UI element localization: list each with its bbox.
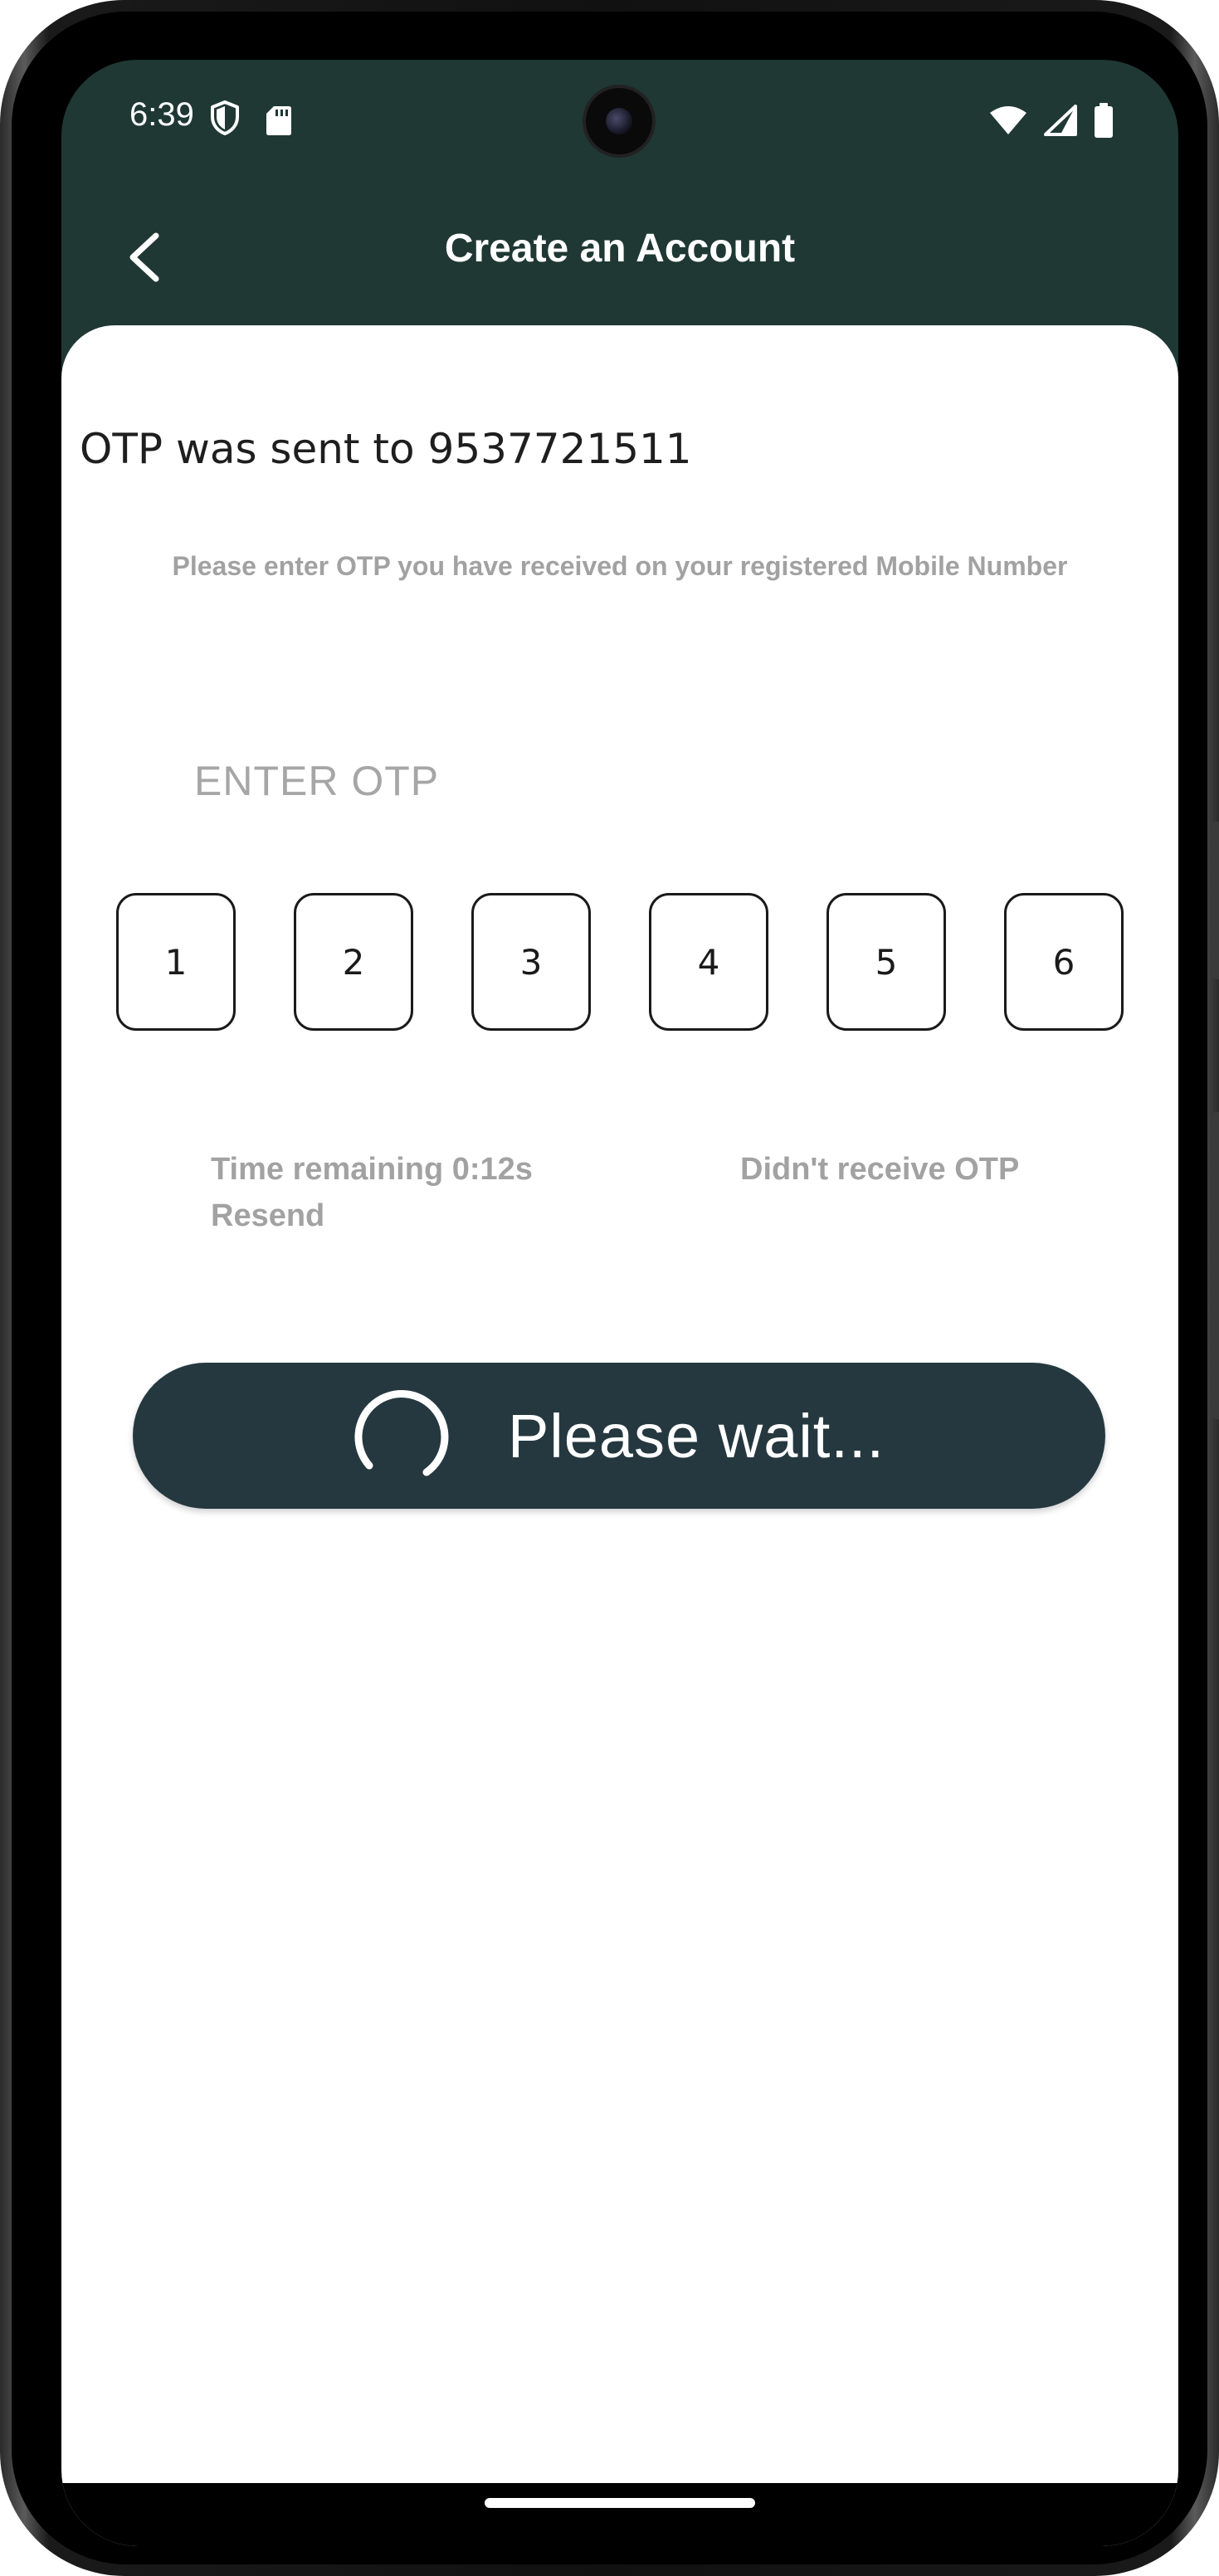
otp-timer: Time remaining 0:12s: [211, 1152, 533, 1187]
navigation-bar: [61, 2483, 1178, 2546]
sd-card-icon: [266, 106, 291, 135]
home-indicator[interactable]: [485, 2498, 755, 2508]
status-icons-right: [989, 103, 1114, 138]
resend-link[interactable]: Resend: [211, 1198, 324, 1234]
otp-digit-6[interactable]: 6: [1004, 893, 1124, 1031]
battery-icon: [1095, 103, 1113, 138]
submit-button[interactable]: Please wait...: [133, 1363, 1105, 1509]
page-title: Create an Account: [444, 227, 796, 271]
otp-input-group: 1 2 3 4 5 6: [116, 893, 1127, 1034]
app-bar: Create an Account: [61, 193, 1178, 325]
otp-sent-message: OTP was sent to 9537721511: [80, 425, 692, 473]
shield-icon: [211, 100, 239, 135]
submit-button-label: Please wait...: [507, 1401, 885, 1471]
status-bar: 6:39: [61, 60, 1178, 193]
front-camera: [583, 85, 656, 158]
power-button: [1212, 1112, 1219, 1419]
otp-digit-5[interactable]: 5: [826, 893, 946, 1031]
loading-spinner-icon: [354, 1390, 449, 1476]
otp-digit-1[interactable]: 1: [116, 893, 236, 1031]
wifi-icon: [990, 106, 1026, 134]
phone-frame: 6:39 Create an Account OTP was sent to 9…: [0, 0, 1219, 2576]
otp-digit-4[interactable]: 4: [649, 893, 768, 1031]
signal-icon: [1044, 105, 1077, 136]
volume-button: [1212, 822, 1219, 979]
otp-instruction-text: Please enter OTP you have received on yo…: [172, 551, 1068, 581]
didnt-receive-otp-text: Didn't receive OTP: [740, 1152, 1020, 1187]
enter-otp-label: ENTER OTP: [194, 758, 440, 804]
otp-content-card: OTP was sent to 9537721511 Please enter …: [61, 325, 1178, 2546]
otp-digit-2[interactable]: 2: [294, 893, 413, 1031]
screen: 6:39 Create an Account OTP was sent to 9…: [61, 60, 1178, 2546]
status-time: 6:39: [129, 96, 194, 133]
otp-digit-3[interactable]: 3: [471, 893, 591, 1031]
phone-bezel: 6:39 Create an Account OTP was sent to 9…: [12, 12, 1207, 2564]
